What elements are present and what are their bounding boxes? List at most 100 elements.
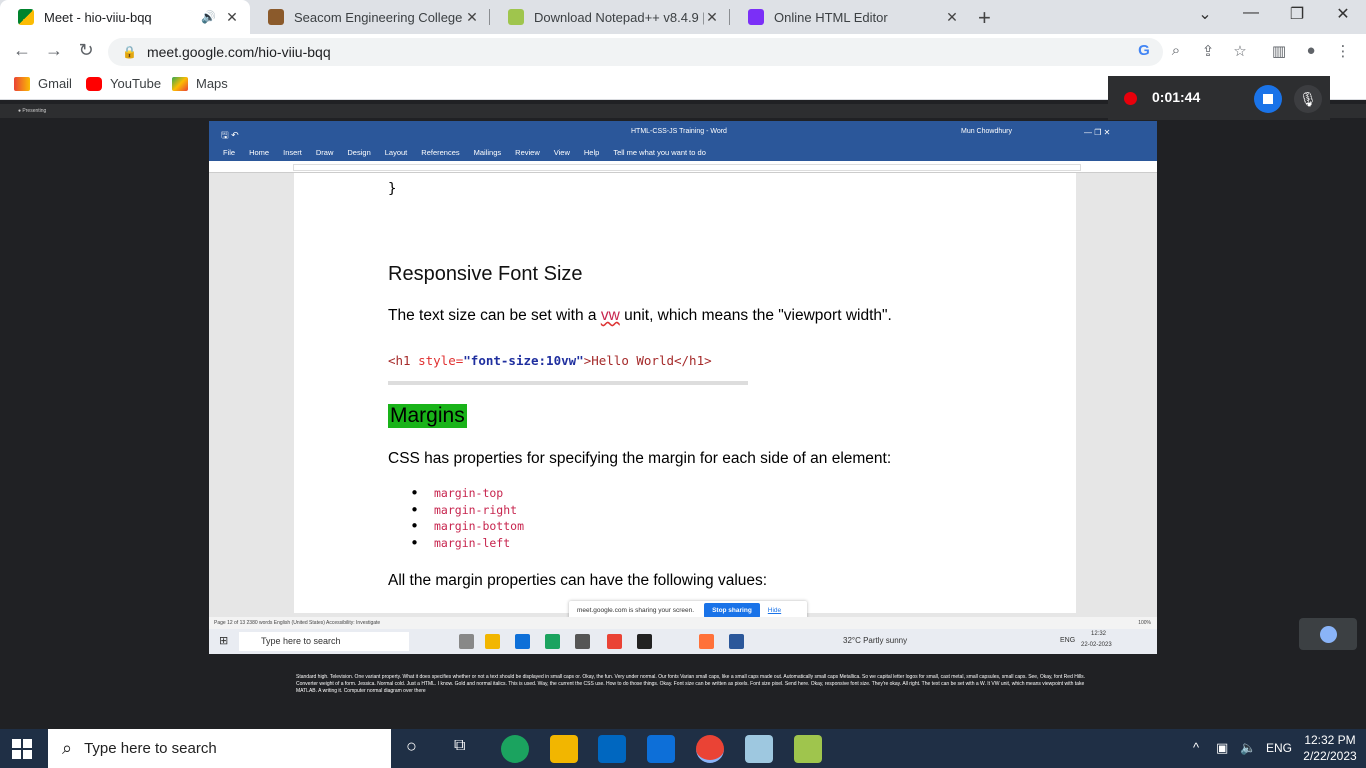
paragraph-text: unit, which means the "viewport width". [619, 307, 892, 324]
chrome-icon[interactable] [696, 735, 724, 763]
vw-term: vw [600, 307, 620, 324]
notepad-icon[interactable] [745, 735, 773, 763]
bookmark-maps[interactable]: Maps [172, 76, 228, 91]
zoom-icon[interactable]: ⌕ [1165, 42, 1187, 59]
close-tab-icon[interactable]: ✕ [944, 9, 960, 26]
word-window-controls: — ❐ ✕ [1084, 128, 1111, 137]
taskbar-search[interactable]: ⌕ Type here to search [48, 729, 391, 768]
save-icon: 🖫 ↶ [221, 130, 239, 140]
avatar [1320, 626, 1337, 643]
tab-title: Download Notepad++ v8.4.9 | N [534, 9, 704, 25]
bookmark-gmail[interactable]: Gmail [14, 76, 72, 91]
cortana-icon[interactable]: ○ [406, 736, 417, 757]
shared-date: 22-02-2023 [1081, 642, 1112, 648]
back-icon[interactable]: ← [10, 40, 34, 61]
close-tab-icon[interactable]: ✕ [464, 9, 480, 26]
code-brace: } [388, 181, 397, 197]
bookmark-star-icon[interactable]: ☆ [1229, 42, 1251, 60]
bookmark-youtube[interactable]: YouTube [86, 76, 161, 91]
paragraph-margin: CSS has properties for specifying the ma… [388, 450, 892, 467]
code-tag: <h1 [388, 353, 419, 368]
word-menu-insert: Insert [283, 147, 302, 157]
tab-title: Online HTML Editor [774, 9, 888, 25]
margin-list: margin-top margin-right margin-bottom ma… [388, 484, 524, 552]
word-menu-help: Help [583, 147, 600, 157]
menu-kebab-icon[interactable]: ⋮ [1332, 42, 1354, 60]
self-view-tile[interactable] [1299, 618, 1357, 650]
word-status-bar: Page 12 of 13 2380 words English (United… [209, 617, 1157, 629]
edge-icon [545, 634, 560, 649]
camera-icon [459, 634, 474, 649]
notepadpp-icon[interactable] [794, 735, 822, 763]
heading-margins: Margins [388, 404, 467, 428]
list-item: margin-right [388, 501, 524, 520]
tab-seacom[interactable]: Seacom Engineering College | Be ✕ [250, 0, 490, 34]
tray-chevron-icon[interactable]: ^ [1193, 740, 1199, 755]
tab-search-icon[interactable]: ⌄ [1182, 4, 1228, 24]
word-menu-mailings: Mailings [473, 147, 502, 157]
word-ruler [209, 161, 1157, 173]
word-menu-draw: Draw [315, 147, 334, 157]
word-icon [729, 634, 744, 649]
word-menu-references: References [421, 147, 460, 157]
forward-icon[interactable]: → [42, 40, 66, 61]
side-panel-icon[interactable]: ▥ [1268, 42, 1290, 60]
restore-icon[interactable]: ❐ [1274, 4, 1320, 24]
tab-meet[interactable]: Meet - hio-viiu-bqq 🔊 ✕ [0, 0, 250, 34]
shared-screen: 🖫 ↶ HTML-CSS-JS Training - Word Mun Chow… [209, 121, 1157, 654]
search-icon: ⌕ [62, 738, 73, 758]
paragraph-vw: The text size can be set with a vw unit,… [388, 307, 892, 325]
store-icon[interactable] [598, 735, 626, 763]
tab-title: Seacom Engineering College | Be [294, 9, 464, 25]
google-lens-icon[interactable]: G [1133, 42, 1155, 59]
new-tab-icon[interactable]: + [978, 5, 991, 31]
word-title-bar: 🖫 ↶ HTML-CSS-JS Training - Word Mun Chow… [209, 121, 1157, 143]
stop-sharing-button[interactable]: Stop sharing [704, 602, 760, 618]
bookmark-label: Maps [196, 76, 228, 91]
tab-notepadpp[interactable]: Download Notepad++ v8.4.9 | N ✕ [490, 0, 730, 34]
taskbar-clock[interactable]: 12:32 PM 2/22/2023 [1300, 732, 1360, 764]
meet-control-bar [0, 711, 1366, 729]
live-caption: Standard high. Television. One variant p… [296, 674, 1086, 694]
close-tab-icon[interactable]: ✕ [224, 9, 240, 26]
reload-icon[interactable]: ↻ [74, 40, 98, 61]
seacom-icon [268, 9, 284, 25]
task-view-icon[interactable]: ⧉ [454, 737, 465, 755]
volume-icon[interactable]: 🔈 [1240, 740, 1256, 756]
list-item: margin-bottom [388, 517, 524, 536]
close-window-icon[interactable]: ✕ [1320, 4, 1366, 24]
stop-recording-button[interactable] [1254, 85, 1282, 113]
file-explorer-icon[interactable] [550, 735, 578, 763]
dell-icon [575, 634, 590, 649]
code-attr: style= [418, 353, 464, 368]
tab-online-editor[interactable]: Online HTML Editor ✕ [730, 0, 970, 34]
word-doc-title: HTML-CSS-JS Training - Word [631, 128, 727, 135]
weather: 32°C Partly sunny [843, 636, 908, 645]
heading-responsive-font-size: Responsive Font Size [388, 263, 583, 285]
bookmark-label: YouTube [110, 76, 162, 91]
word-menu-layout: Layout [384, 147, 408, 157]
firefox-icon [699, 634, 714, 649]
code-example: <h1 style="font-size:10vw">Hello World</… [388, 353, 712, 368]
code-value: "font-size:10vw" [463, 353, 584, 368]
display-icon[interactable]: ▣ [1216, 740, 1228, 756]
share-icon[interactable]: ⇪ [1197, 42, 1219, 60]
lock-icon[interactable]: 🔒 [122, 45, 137, 59]
edge-icon[interactable] [501, 735, 529, 763]
hide-button[interactable]: Hide [768, 607, 781, 614]
minimize-icon[interactable]: — [1228, 4, 1274, 22]
windows-taskbar: ⌕ Type here to search ○ ⧉ ^ ▣ 🔈 ENG 12:3… [0, 729, 1366, 768]
tab-title: Meet - hio-viiu-bqq [44, 9, 152, 25]
mail-icon[interactable] [647, 735, 675, 763]
mic-muted-icon[interactable]: 🎙 [1294, 85, 1322, 113]
audio-playing-icon[interactable]: 🔊 [201, 10, 216, 24]
language-indicator[interactable]: ENG [1266, 741, 1292, 755]
profile-icon[interactable]: ● [1300, 42, 1322, 59]
word-menu-home: Home [249, 147, 270, 157]
clock-date: 2/22/2023 [1303, 749, 1357, 763]
start-button[interactable] [12, 739, 32, 759]
address-bar[interactable]: 🔒 meet.google.com/hio-viiu-bqq [108, 38, 1163, 66]
chrome-tab-bar: Meet - hio-viiu-bqq 🔊 ✕ Seacom Engineeri… [0, 0, 1366, 34]
shared-taskbar: ⊞ Type here to search 32°C Partly sunny … [209, 629, 1157, 654]
close-tab-icon[interactable]: ✕ [704, 9, 720, 26]
